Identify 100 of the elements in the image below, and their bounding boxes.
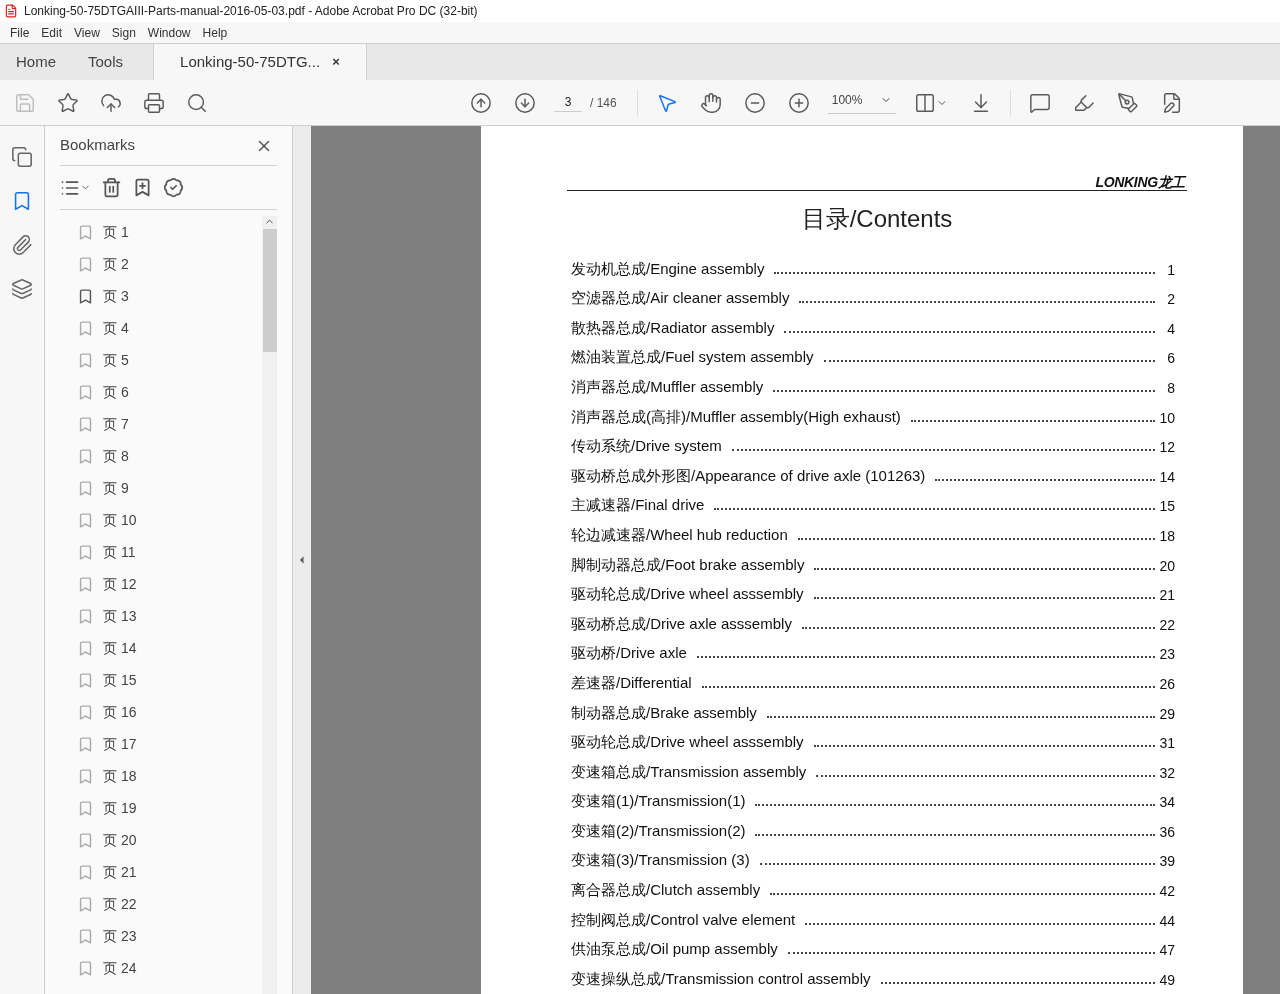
tab-label: Lonking-50-75DTG... (180, 51, 321, 72)
bookmark-item[interactable]: 页 15 (77, 664, 262, 696)
contents-entry[interactable]: 驱动桥总成外形图/Appearance of drive axle (101263) (571, 465, 926, 486)
contents-entry[interactable]: 驱动桥/Drive axle (571, 643, 687, 664)
bookmark-label: 页 22 (103, 894, 137, 914)
bookmark-item[interactable]: 页 6 (77, 376, 262, 408)
bookmark-label: 页 23 (103, 926, 137, 946)
bookmark-label: 页 11 (103, 542, 136, 562)
tab-label: Home (16, 51, 56, 72)
bookmark-label: 页 13 (103, 606, 137, 626)
tab[interactable]: Home (0, 44, 72, 80)
contents-entry[interactable]: 差速器/Differential (571, 672, 692, 693)
menu-item[interactable]: Help (196, 23, 234, 42)
contents-entry[interactable]: 散热器总成/Radiator assembly (571, 317, 775, 338)
contents-entry[interactable]: 消声器总成(高排)/Muffler assembly(High exhaust) (571, 406, 901, 427)
menu-item[interactable]: Sign (105, 23, 142, 42)
page-number: 8 (1166, 378, 1175, 397)
page-number: 42 (1159, 882, 1175, 901)
paperclip-icon[interactable] (11, 234, 33, 256)
contents-entry[interactable]: 供油泵总成/Oil pump assembly (571, 939, 778, 960)
contents-entry[interactable]: 变速箱(1)/Transmission(1) (571, 791, 746, 812)
bookmark-item[interactable]: 页 23 (77, 920, 262, 952)
bookmark-item[interactable]: 页 17 (77, 728, 262, 760)
bookmark-label: 页 19 (103, 798, 137, 818)
layers-icon[interactable] (11, 278, 33, 300)
tab[interactable]: Tools (72, 44, 140, 80)
bookmark-label: 页 6 (103, 382, 129, 402)
bookmark-item[interactable]: 页 2 (77, 248, 262, 280)
menu-item[interactable]: View (68, 23, 106, 42)
bookmark-label: 页 20 (103, 830, 137, 850)
page-number: 18 (1159, 526, 1175, 545)
bookmark-item[interactable]: 页 5 (77, 344, 262, 376)
bookmark-badge-icon[interactable] (163, 177, 184, 198)
contents-entry[interactable]: 驱动轮总成/Drive wheel asssembly (571, 584, 804, 605)
menu-item[interactable]: File (4, 23, 36, 42)
page-number: 1 (1166, 260, 1175, 279)
bookmark-label: 页 24 (103, 958, 137, 978)
scrollbar-thumb[interactable] (262, 229, 277, 352)
page-number-field[interactable]: 3 (554, 93, 582, 112)
contents-entry[interactable]: 驱动桥总成/Drive axle asssembly (571, 613, 792, 634)
bookmark-label: 页 7 (103, 414, 129, 434)
contents-entry[interactable]: 制动器总成/Brake assembly (571, 702, 757, 723)
bookmark-item[interactable]: 页 16 (77, 696, 262, 728)
contents-entry[interactable]: 传动系统/Drive system (571, 436, 722, 457)
bookmark-item[interactable]: 页 13 (77, 600, 262, 632)
contents-entry[interactable]: 离合器总成/Clutch assembly (571, 880, 761, 901)
bookmark-item[interactable]: 页 11 (77, 536, 262, 568)
panel-title: Bookmarks (60, 135, 136, 156)
bookmark-item[interactable]: 页 8 (77, 440, 262, 472)
contents-entry[interactable]: 轮边减速器/Wheel hub reduction (571, 524, 788, 545)
contents-entry[interactable]: 主减速器/Final drive (571, 495, 705, 516)
bookmark-item[interactable]: 页 21 (77, 856, 262, 888)
page-number: 34 (1159, 793, 1175, 812)
contents-entry[interactable]: 控制阀总成/Control valve element (571, 909, 796, 930)
tab[interactable]: Lonking-50-75DTG... × (153, 44, 367, 80)
page-number: 10 (1159, 408, 1175, 427)
page-number: 20 (1159, 556, 1175, 575)
page-number: 2 (1166, 290, 1175, 309)
scrollbar[interactable] (262, 216, 277, 994)
bookmark-item[interactable]: 页 18 (77, 760, 262, 792)
contents-entry[interactable]: 变速箱(2)/Transmission(2) (571, 820, 746, 841)
contents-entry[interactable]: 变速箱总成/Transmission assembly (571, 761, 807, 782)
bookmark-item[interactable]: 页 12 (77, 568, 262, 600)
delete-icon[interactable] (101, 177, 122, 198)
contents-entry[interactable]: 驱动轮总成/Drive wheel asssembly (571, 732, 804, 753)
page-number: 21 (1159, 586, 1175, 605)
page-number: 6 (1166, 349, 1175, 368)
bookmark-label: 页 3 (103, 286, 129, 306)
contents-entry[interactable]: 燃油装置总成/Fuel system assembly (571, 347, 814, 368)
bookmark-item[interactable]: 页 24 (77, 952, 262, 984)
contents-entry[interactable]: 空滤器总成/Air cleaner assembly (571, 288, 790, 309)
page-number: 29 (1159, 704, 1175, 723)
contents-entry[interactable]: 消声器总成/Muffler assembly (571, 376, 764, 397)
contents-entry[interactable]: 脚制动器总成/Foot brake assembly (571, 554, 805, 575)
page-number: 12 (1159, 438, 1175, 457)
contents-entry[interactable]: 发动机总成/Engine assembly (571, 258, 765, 279)
bookmark-item[interactable]: 页 10 (77, 504, 262, 536)
bookmark-item[interactable]: 页 14 (77, 632, 262, 664)
page-number: 49 (1159, 970, 1175, 989)
bookmark-item[interactable]: 页 1 (77, 216, 262, 248)
bookmark-item[interactable]: 页 19 (77, 792, 262, 824)
contents-entry[interactable]: 变速箱(3)/Transmission (3) (571, 850, 750, 871)
bookmark-label: 页 15 (103, 670, 137, 690)
menu-item[interactable]: Edit (35, 23, 69, 42)
bookmark-item[interactable]: 页 20 (77, 824, 262, 856)
bookmark-item[interactable]: 页 7 (77, 408, 262, 440)
bookmark-label: 页 14 (103, 638, 137, 658)
bookmark-item[interactable]: 页 4 (77, 312, 262, 344)
menu-item[interactable]: Window (141, 23, 197, 42)
zoom-dropdown[interactable]: 100% (827, 91, 896, 114)
logo: LONKING龙工 (1095, 175, 1185, 189)
pages-icon[interactable] (11, 146, 33, 168)
bookmark-label: 页 10 (103, 510, 137, 530)
bookmark-item[interactable]: 页 9 (77, 472, 262, 504)
bookmark-item[interactable]: 页 3 (77, 280, 262, 312)
page-number: 26 (1159, 674, 1175, 693)
tab-close[interactable]: × (332, 52, 340, 72)
contents-entry[interactable]: 变速操纵总成/Transmission control assembly (571, 968, 871, 989)
bookmark-label: 页 4 (103, 318, 129, 338)
bookmark-item[interactable]: 页 22 (77, 888, 262, 920)
